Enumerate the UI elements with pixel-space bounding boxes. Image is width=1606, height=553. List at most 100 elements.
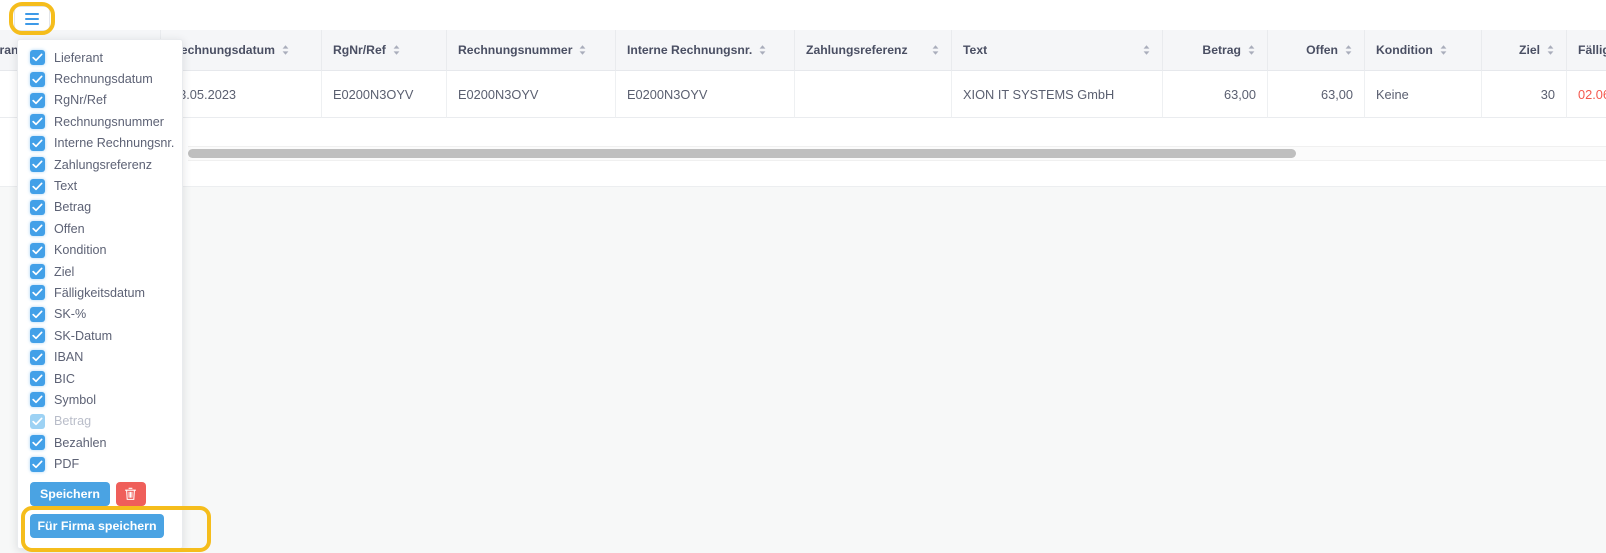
column-toggle-item[interactable]: IBAN [18, 346, 182, 367]
cell-rechnungsdatum: 03.05.2023 [161, 71, 322, 118]
column-toggle-label: Lieferant [54, 50, 104, 65]
column-toggle-label: Text [54, 179, 78, 194]
horizontal-scrollbar-thumb[interactable] [188, 149, 1296, 158]
sort-arrows-icon[interactable] [758, 44, 767, 56]
checkbox-icon[interactable] [30, 392, 45, 408]
table-row[interactable]: 03.05.2023 E0200N3OYV E0200N3OYV E0200N3OYV… [0, 71, 1606, 118]
column-toggle-item[interactable]: PDF [18, 453, 182, 474]
checkbox-icon[interactable] [30, 242, 45, 258]
column-header-label: Interne Rechnungsnr. [627, 43, 753, 57]
sort-arrows-icon[interactable] [281, 44, 290, 56]
column-visibility-dropdown: Lieferant Rechnungsdatum RgNr/Ref Rechnungs… [17, 39, 211, 552]
column-toggle-label: Symbol [54, 392, 96, 407]
column-toggle-label: Betrag [54, 200, 92, 215]
checkbox-icon[interactable] [30, 114, 45, 130]
save-for-company-button[interactable]: Für Firma speichern [30, 513, 164, 538]
cell-text: XION IT SYSTEMS GmbH [952, 71, 1163, 118]
table-header-row: Lieferant Rechnungsdatum RgNr/Ref Rechnungs… [0, 30, 1606, 71]
column-toggle-label: Bezahlen [54, 435, 107, 450]
column-toggle-label: Offen [54, 221, 85, 236]
column-header-rechnungsdatum[interactable]: Rechnungsdatum [161, 30, 322, 71]
checkbox-icon[interactable] [30, 135, 45, 151]
column-toggle-label: SK-% [54, 307, 87, 322]
checkbox-icon[interactable] [30, 221, 45, 237]
checkbox-icon[interactable] [30, 50, 45, 66]
column-toggle-label: Rechnungsdatum [54, 72, 153, 87]
column-toggle-item[interactable]: Bezahlen [18, 432, 182, 453]
invoice-table-panel: Lieferant Rechnungsdatum RgNr/Ref Rechnungs… [0, 30, 1606, 156]
column-toggle-item[interactable]: BIC [18, 368, 182, 389]
column-toggle-item[interactable]: Ziel [18, 261, 182, 282]
column-toggle-item[interactable]: Fälligkeitsdatum [18, 282, 182, 303]
table-body: 03.05.2023 E0200N3OYV E0200N3OYV E0200N3OYV… [0, 71, 1606, 118]
column-header-text[interactable]: Text [952, 30, 1163, 71]
column-toggle-label: Interne Rechnungsnr. [54, 136, 175, 151]
checkbox-icon[interactable] [30, 435, 45, 451]
app-root: Lieferant Rechnungsdatum RgNr/Ref Rechnungs… [0, 0, 1606, 553]
page-background-lower [0, 186, 1606, 553]
checkbox-icon[interactable] [30, 178, 45, 194]
column-menu-button-wrapper [9, 2, 55, 35]
column-header-interne-rechnungsnr[interactable]: Interne Rechnungsnr. [616, 30, 795, 71]
checkbox-icon[interactable] [30, 349, 45, 365]
checkbox-icon[interactable] [30, 71, 45, 87]
checkbox-icon [30, 413, 45, 429]
column-header-rgnr-ref[interactable]: RgNr/Ref [322, 30, 447, 71]
column-header-zahlungsreferenz[interactable]: Zahlungsreferenz [795, 30, 952, 71]
horizontal-scrollbar[interactable] [188, 146, 1606, 161]
column-header-faelligkeitsdatum[interactable]: Fälligkeitsdatum [1567, 30, 1606, 71]
checkbox-icon[interactable] [30, 92, 45, 108]
sort-arrows-icon[interactable] [931, 44, 940, 56]
cell-kondition: Keine [1365, 71, 1482, 118]
column-toggle-item[interactable]: SK-Datum [18, 325, 182, 346]
column-header-ziel[interactable]: Ziel [1482, 30, 1567, 71]
checkbox-icon[interactable] [30, 328, 45, 344]
column-toggle-label: IBAN [54, 350, 84, 365]
column-toggle-item[interactable]: Rechnungsnummer [18, 111, 182, 132]
sort-arrows-icon[interactable] [1344, 44, 1353, 56]
sort-arrows-icon[interactable] [1546, 44, 1555, 56]
column-toggle-item[interactable]: SK-% [18, 304, 182, 325]
column-toggle-item[interactable]: Rechnungsdatum [18, 68, 182, 89]
column-toggle-label: BIC [54, 371, 75, 386]
sort-arrows-icon[interactable] [1142, 44, 1151, 56]
save-button[interactable]: Speichern [30, 481, 110, 506]
column-header-label: Kondition [1376, 43, 1433, 57]
column-header-betrag[interactable]: Betrag [1163, 30, 1268, 71]
column-header-label: Ziel [1519, 43, 1540, 57]
column-toggle-item[interactable]: RgNr/Ref [18, 90, 182, 111]
column-toggle-item[interactable]: Kondition [18, 240, 182, 261]
cell-rechnungsnummer: E0200N3OYV [447, 71, 616, 118]
column-toggle-item[interactable]: Lieferant [18, 47, 182, 68]
delete-button[interactable] [115, 481, 146, 506]
sort-arrows-icon[interactable] [392, 44, 401, 56]
column-header-rechnungsnummer[interactable]: Rechnungsnummer [447, 30, 616, 71]
checkbox-icon[interactable] [30, 456, 45, 472]
column-toggle-item[interactable]: Zahlungsreferenz [18, 154, 182, 175]
column-toggle-label: Fälligkeitsdatum [54, 285, 145, 300]
column-toggle-item[interactable]: Interne Rechnungsnr. [18, 133, 182, 154]
column-toggle-item[interactable]: Betrag [18, 197, 182, 218]
column-toggle-label: Zahlungsreferenz [54, 157, 153, 172]
save-company-row: Für Firma speichern [18, 505, 211, 552]
checkbox-icon[interactable] [30, 306, 45, 322]
checkbox-icon[interactable] [30, 285, 45, 301]
column-toggle-item[interactable]: Symbol [18, 389, 182, 410]
trash-icon [124, 487, 137, 501]
checkbox-icon[interactable] [30, 157, 45, 173]
column-toggle-item[interactable]: Offen [18, 218, 182, 239]
table-header: Lieferant Rechnungsdatum RgNr/Ref Rechnungs… [0, 30, 1606, 71]
sort-arrows-icon[interactable] [1439, 44, 1448, 56]
column-header-label: Offen [1306, 43, 1338, 57]
cell-faelligkeitsdatum: 02.06.2023 [1567, 71, 1606, 118]
column-toggle-item[interactable]: Text [18, 175, 182, 196]
sort-arrows-icon[interactable] [578, 44, 587, 56]
checkbox-icon[interactable] [30, 199, 45, 215]
checkbox-icon[interactable] [30, 371, 45, 387]
column-header-offen[interactable]: Offen [1268, 30, 1365, 71]
column-header-kondition[interactable]: Kondition [1365, 30, 1482, 71]
sort-arrows-icon[interactable] [1247, 44, 1256, 56]
checkbox-icon[interactable] [30, 264, 45, 280]
column-menu-button[interactable] [14, 6, 50, 31]
cell-betrag: 63,00 [1163, 71, 1268, 118]
